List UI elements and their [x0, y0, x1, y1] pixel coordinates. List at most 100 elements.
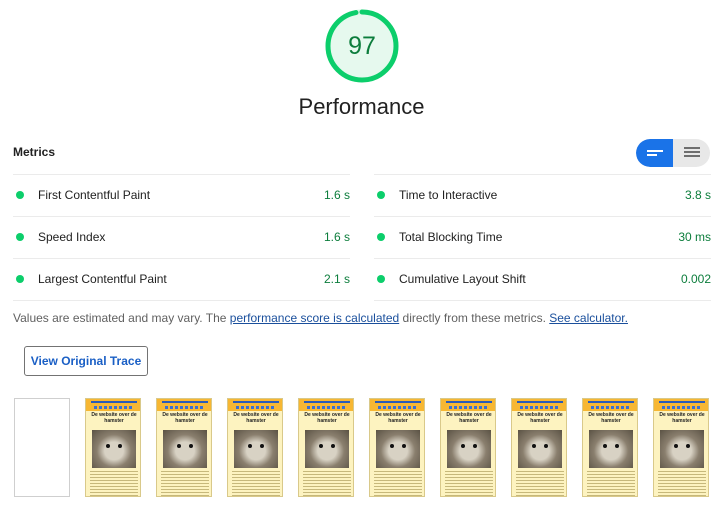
frame-site-nav	[165, 406, 205, 409]
frame-title: De website over de hamster	[375, 412, 421, 424]
note-middle: directly from these metrics.	[399, 311, 550, 325]
hamster-image	[518, 430, 562, 468]
pass-status-icon	[16, 275, 24, 283]
hamster-image	[234, 430, 278, 468]
filmstrip-frame: De website over de hamster	[85, 398, 141, 497]
metric-value: 2.1 s	[323, 272, 350, 286]
metric-value: 0.002	[680, 272, 711, 286]
hamster-eye	[603, 444, 607, 448]
filmstrip-frame: De website over de hamster	[653, 398, 709, 497]
hamster-eye	[319, 444, 323, 448]
frame-text-lines	[374, 471, 422, 496]
metric-time-to-interactive: Time to Interactive 3.8 s	[374, 174, 711, 216]
frame-title: De website over de hamster	[446, 412, 492, 424]
hamster-eye	[674, 444, 678, 448]
frame-site-url	[91, 401, 137, 403]
metrics-header: Metrics	[13, 145, 56, 159]
metric-total-blocking-time: Total Blocking Time 30 ms	[374, 216, 711, 258]
metric-value: 30 ms	[678, 230, 711, 244]
compact-view-button[interactable]	[636, 139, 673, 167]
hamster-image	[92, 430, 136, 468]
frame-text-lines	[232, 471, 280, 496]
frame-site-nav	[94, 406, 134, 409]
hamster-eye	[260, 444, 264, 448]
metrics-disclaimer: Values are estimated and may vary. The p…	[13, 311, 713, 325]
frame-site-url	[375, 401, 421, 403]
hamster-image	[305, 430, 349, 468]
filmstrip-frame: De website over de hamster	[227, 398, 283, 497]
performance-score-gauge: 97	[325, 9, 399, 83]
hamster-eye	[390, 444, 394, 448]
pass-status-icon	[16, 233, 24, 241]
metric-label: Time to Interactive	[399, 188, 498, 202]
metric-speed-index: Speed Index 1.6 s	[13, 216, 350, 258]
frame-text-lines	[445, 471, 493, 496]
hamster-eye	[189, 444, 193, 448]
frame-site-url	[659, 401, 705, 403]
hamster-image	[589, 430, 633, 468]
metrics-view-toggle[interactable]	[636, 139, 710, 167]
hamster-image	[660, 430, 704, 468]
metric-value: 3.8 s	[684, 188, 711, 202]
frame-text-lines	[303, 471, 351, 496]
frame-site-nav	[520, 406, 560, 409]
pass-status-icon	[377, 233, 385, 241]
frame-title: De website over de hamster	[659, 412, 705, 424]
metric-largest-contentful-paint: Largest Contentful Paint 2.1 s	[13, 258, 350, 301]
view-original-trace-button[interactable]: View Original Trace	[24, 346, 148, 376]
hamster-image	[163, 430, 207, 468]
filmstrip-frame: De website over de hamster	[156, 398, 212, 497]
hamster-eye	[473, 444, 477, 448]
note-prefix: Values are estimated and may vary. The	[13, 311, 230, 325]
frame-site-nav	[662, 406, 702, 409]
frame-text-lines	[161, 471, 209, 496]
frame-title: De website over de hamster	[588, 412, 634, 424]
performance-score-link[interactable]: performance score is calculated	[230, 311, 399, 325]
hamster-image	[447, 430, 491, 468]
metric-label: Speed Index	[38, 230, 106, 244]
hamster-eye	[402, 444, 406, 448]
metric-label: First Contentful Paint	[38, 188, 151, 202]
frame-site-url	[233, 401, 279, 403]
frame-site-url	[517, 401, 563, 403]
frame-site-nav	[449, 406, 489, 409]
metrics-column-right: Time to Interactive 3.8 s Total Blocking…	[374, 174, 711, 301]
pass-status-icon	[377, 275, 385, 283]
frame-title: De website over de hamster	[91, 412, 137, 424]
hamster-eye	[331, 444, 335, 448]
frame-text-lines	[90, 471, 138, 496]
metric-value: 1.6 s	[323, 188, 350, 202]
hamster-eye	[461, 444, 465, 448]
hamster-eye	[532, 444, 536, 448]
frame-site-nav	[236, 406, 276, 409]
hamster-eye	[686, 444, 690, 448]
filmstrip-frame: De website over de hamster	[582, 398, 638, 497]
metric-cumulative-layout-shift: Cumulative Layout Shift 0.002	[374, 258, 711, 301]
score-value: 97	[348, 31, 376, 60]
metrics-column-left: First Contentful Paint 1.6 s Speed Index…	[13, 174, 350, 301]
frame-text-lines	[658, 471, 706, 496]
frame-site-nav	[591, 406, 631, 409]
hamster-eye	[106, 444, 110, 448]
frame-site-url	[446, 401, 492, 403]
frame-title: De website over de hamster	[162, 412, 208, 424]
metric-value: 1.6 s	[323, 230, 350, 244]
hamster-eye	[177, 444, 181, 448]
filmstrip-frame: De website over de hamster	[369, 398, 425, 497]
expanded-view-button[interactable]	[673, 139, 710, 167]
filmstrip-frame: De website over de hamster	[440, 398, 496, 497]
frame-title: De website over de hamster	[233, 412, 279, 424]
expanded-list-icon	[683, 147, 700, 157]
pass-status-icon	[377, 191, 385, 199]
metric-label: Cumulative Layout Shift	[399, 272, 526, 286]
see-calculator-link[interactable]: See calculator.	[549, 311, 628, 325]
filmstrip-frame-blank	[14, 398, 70, 497]
metric-label: Largest Contentful Paint	[38, 272, 167, 286]
filmstrip-frame: De website over de hamster	[511, 398, 567, 497]
compact-list-icon	[646, 150, 663, 156]
frame-text-lines	[516, 471, 564, 496]
frame-text-lines	[587, 471, 635, 496]
hamster-eye	[544, 444, 548, 448]
metric-label: Total Blocking Time	[399, 230, 503, 244]
hamster-eye	[118, 444, 122, 448]
